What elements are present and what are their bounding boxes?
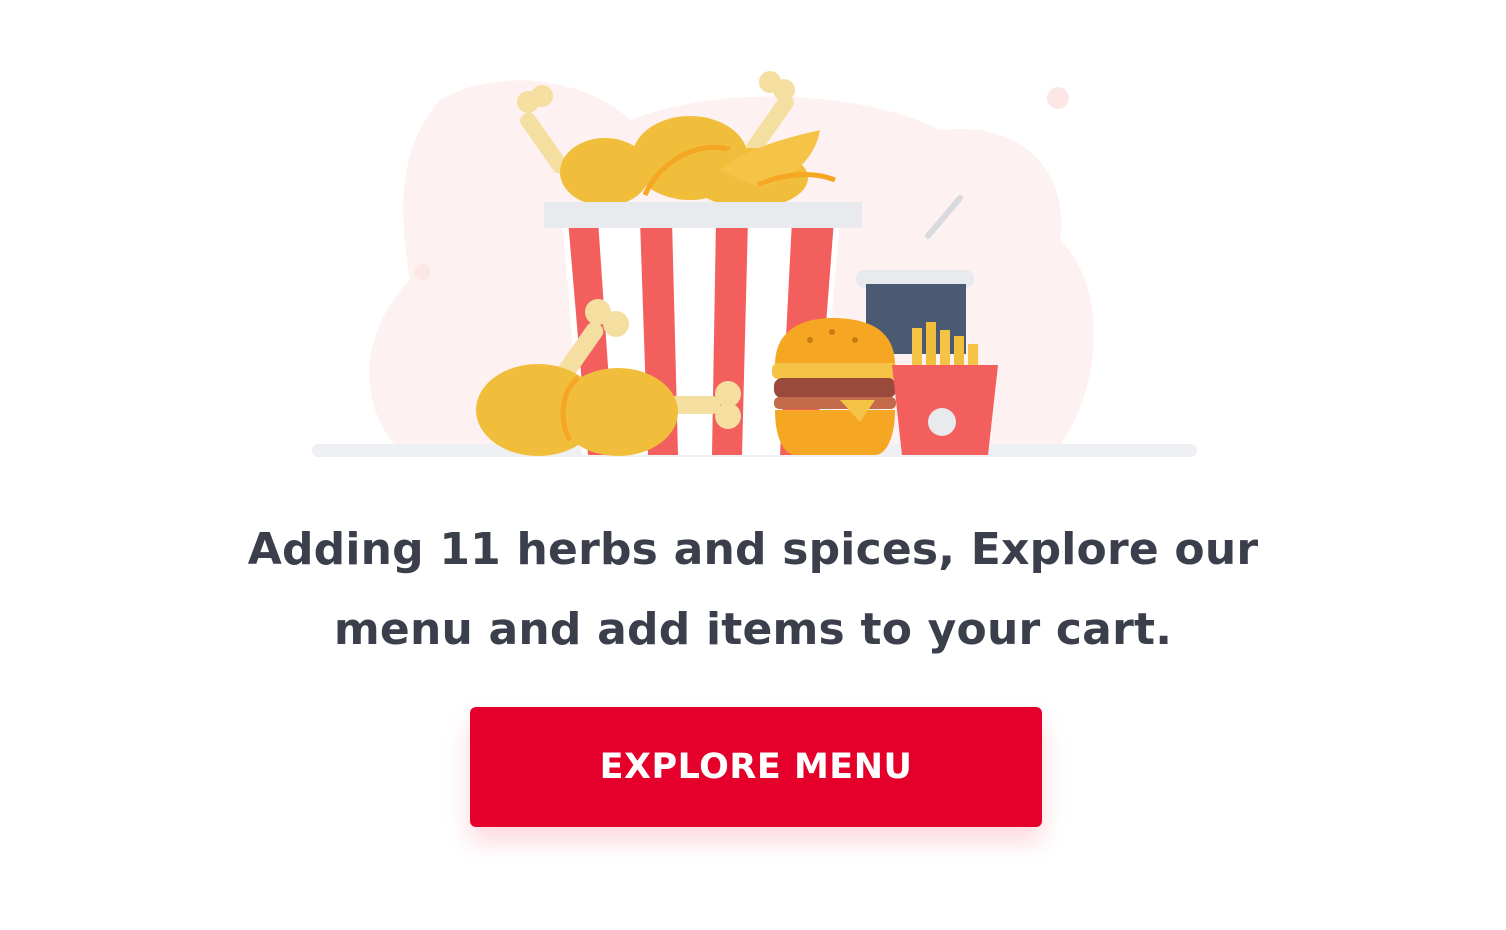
burger [772,318,898,455]
empty-cart-page: Adding 11 herbs and spices, Explore our … [0,0,1506,930]
background-dot [1047,87,1069,109]
empty-cart-message: Adding 11 herbs and spices, Explore our … [0,510,1506,670]
bucket-meal-illustration [312,71,1197,457]
explore-menu-button[interactable]: EXPLORE MENU [470,707,1042,827]
message-line-2: menu and add items to your cart. [333,604,1173,655]
message-line-1: Adding 11 herbs and spices, Explore our [247,524,1259,575]
background-dot [414,264,430,280]
